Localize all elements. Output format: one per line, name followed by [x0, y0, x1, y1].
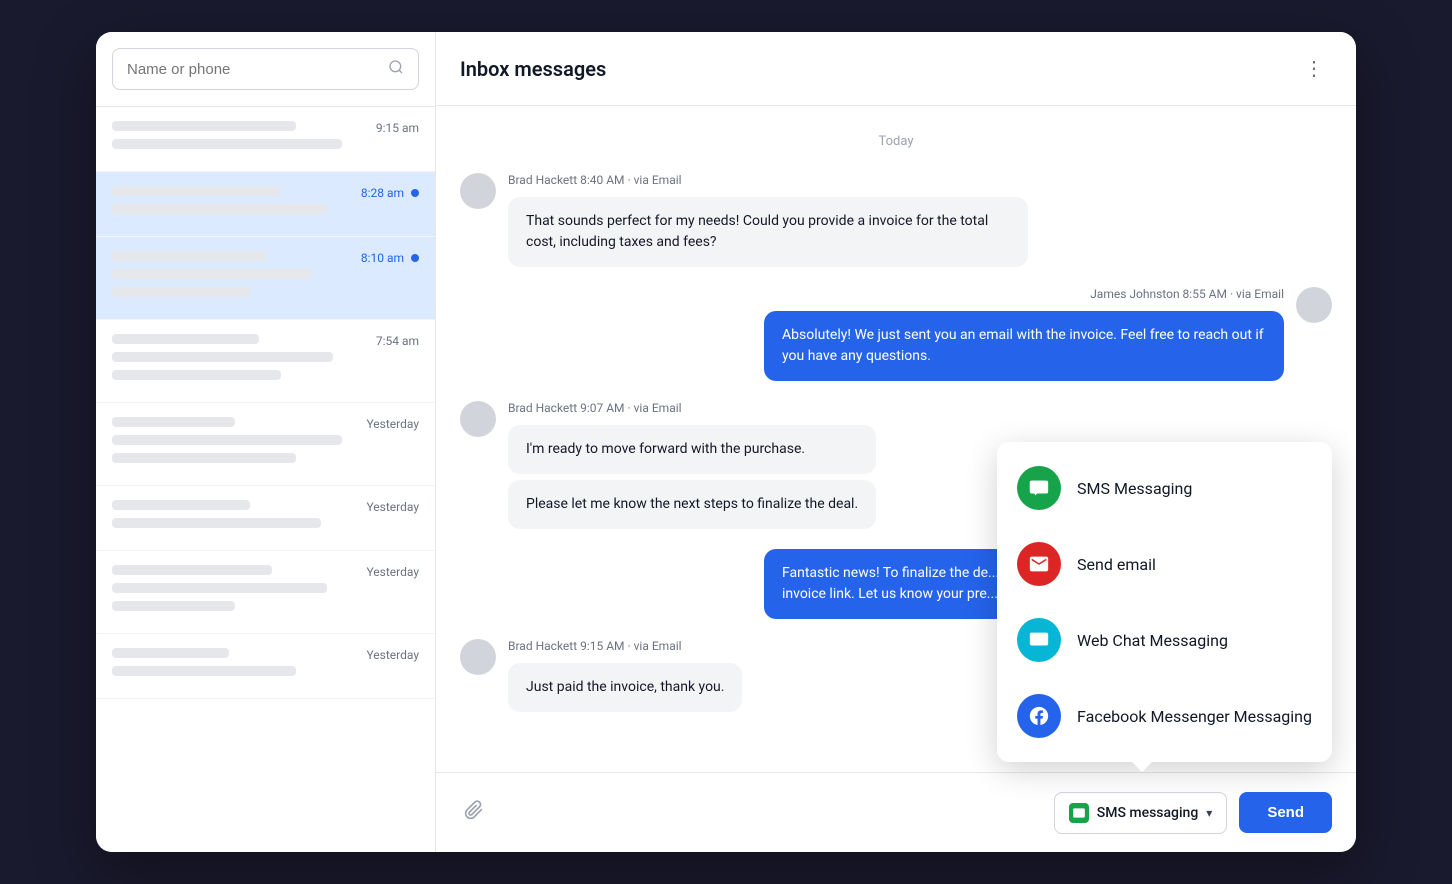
dropdown-item-webchat[interactable]: Web Chat Messaging	[997, 602, 1332, 678]
search-icon	[388, 59, 404, 79]
facebook-icon	[1017, 694, 1061, 738]
dropdown-item-label: Web Chat Messaging	[1077, 631, 1228, 650]
item-time: Yesterday	[366, 500, 419, 514]
search-box	[112, 48, 419, 90]
message-row: James Johnston 8:55 AM · via Email Absol…	[460, 287, 1332, 381]
message-meta: Brad Hackett 8:40 AM · via Email	[508, 173, 1028, 187]
list-item[interactable]: 8:28 am	[96, 172, 435, 237]
search-input[interactable]	[127, 61, 380, 78]
sms-channel-icon	[1069, 803, 1089, 823]
message-bubble: That sounds perfect for my needs! Could …	[508, 197, 1028, 267]
line	[112, 334, 259, 344]
channel-selector[interactable]: SMS messaging ▾	[1054, 792, 1228, 834]
line	[112, 269, 312, 279]
item-time: 8:28 am	[361, 186, 419, 200]
channel-label: SMS messaging	[1097, 805, 1199, 821]
line	[112, 204, 327, 214]
app-container: 9:15 am 8:28 am 8:10 am 7:54 am	[96, 32, 1356, 852]
line	[112, 435, 342, 445]
line	[112, 583, 327, 593]
more-button[interactable]: ⋮	[1296, 52, 1332, 85]
message-group: Brad Hackett 8:40 AM · via Email That so…	[508, 173, 1028, 267]
message-group: Brad Hackett 9:07 AM · via Email I'm rea…	[508, 401, 876, 529]
channel-dropdown-menu: SMS Messaging Send email	[997, 442, 1332, 762]
dropdown-item-sms[interactable]: SMS Messaging	[997, 450, 1332, 526]
item-time: Yesterday	[366, 648, 419, 662]
item-time: 8:10 am	[361, 251, 419, 265]
dropdown-item-email[interactable]: Send email	[997, 526, 1332, 602]
line	[112, 518, 321, 528]
line	[112, 601, 235, 611]
chevron-down-icon: ▾	[1206, 806, 1212, 820]
send-button[interactable]: Send	[1239, 792, 1332, 833]
list-item[interactable]: 9:15 am	[96, 107, 435, 172]
message-bubble: Absolutely! We just sent you an email wi…	[764, 311, 1284, 381]
line	[112, 352, 333, 362]
message-bubble: Just paid the invoice, thank you.	[508, 663, 742, 712]
list-item[interactable]: Yesterday	[96, 403, 435, 486]
sidebar-search	[96, 32, 435, 107]
attach-button[interactable]	[460, 796, 488, 830]
item-time: Yesterday	[366, 417, 419, 431]
main-header: Inbox messages ⋮	[436, 32, 1356, 106]
sidebar-list: 9:15 am 8:28 am 8:10 am 7:54 am	[96, 107, 435, 852]
message-meta: James Johnston 8:55 AM · via Email	[764, 287, 1284, 301]
list-item[interactable]: 7:54 am	[96, 320, 435, 403]
list-item[interactable]: 8:10 am	[96, 237, 435, 320]
line	[112, 139, 342, 149]
avatar	[460, 401, 496, 437]
line	[112, 666, 296, 676]
date-divider: Today	[460, 134, 1332, 149]
webchat-icon	[1017, 618, 1061, 662]
message-meta: Brad Hackett 9:15 AM · via Email	[508, 639, 742, 653]
avatar	[1296, 287, 1332, 323]
line	[112, 251, 266, 261]
line	[112, 565, 272, 575]
message-meta: Brad Hackett 9:07 AM · via Email	[508, 401, 876, 415]
message-group: James Johnston 8:55 AM · via Email Absol…	[764, 287, 1284, 381]
sidebar: 9:15 am 8:28 am 8:10 am 7:54 am	[96, 32, 436, 852]
main-panel: Inbox messages ⋮ Today Brad Hackett 8:40…	[436, 32, 1356, 852]
line	[112, 417, 235, 427]
message-group: Brad Hackett 9:15 AM · via Email Just pa…	[508, 639, 742, 712]
line	[112, 370, 281, 380]
avatar	[460, 639, 496, 675]
line	[112, 648, 229, 658]
dropdown-item-label: Facebook Messenger Messaging	[1077, 707, 1312, 726]
email-icon	[1017, 542, 1061, 586]
item-time: Yesterday	[366, 565, 419, 579]
sms-icon	[1017, 466, 1061, 510]
message-bubble: Please let me know the next steps to fin…	[508, 480, 876, 529]
line	[112, 500, 250, 510]
avatar	[460, 173, 496, 209]
item-time: 9:15 am	[376, 121, 419, 135]
item-time: 7:54 am	[376, 334, 419, 348]
dropdown-item-label: Send email	[1077, 555, 1156, 574]
dropdown-item-label: SMS Messaging	[1077, 479, 1192, 498]
line	[112, 453, 296, 463]
line	[112, 121, 296, 131]
line	[112, 287, 250, 297]
dropdown-item-facebook[interactable]: Facebook Messenger Messaging	[997, 678, 1332, 754]
page-title: Inbox messages	[460, 57, 606, 81]
list-item[interactable]: Yesterday	[96, 486, 435, 551]
message-bubble: I'm ready to move forward with the purch…	[508, 425, 876, 474]
message-row: Brad Hackett 8:40 AM · via Email That so…	[460, 173, 1332, 267]
list-item[interactable]: Yesterday	[96, 634, 435, 699]
line	[112, 186, 281, 196]
list-item[interactable]: Yesterday	[96, 551, 435, 634]
compose-area: SMS messaging ▾ Send	[436, 772, 1356, 852]
